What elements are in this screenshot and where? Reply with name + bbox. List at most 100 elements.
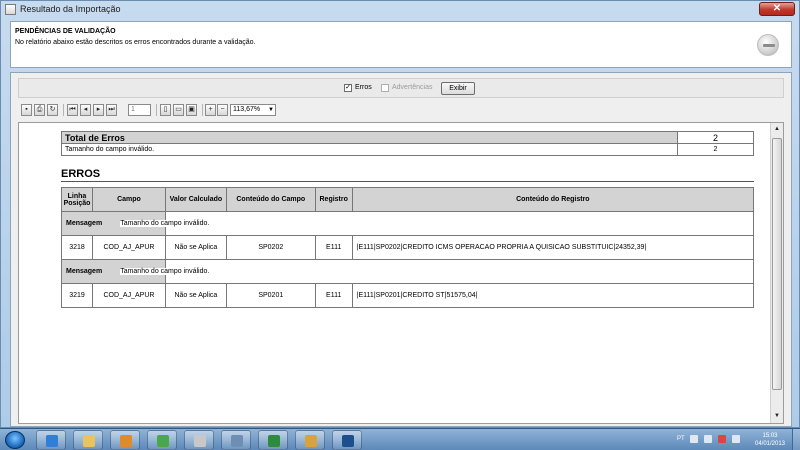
taskbar-explorer-icon[interactable] bbox=[73, 430, 103, 450]
cell-conteudo-campo: SP0201 bbox=[225, 283, 316, 308]
report-toolbar: ▪ ⎙ ↻ ⏮ ◂ ▸ ⏭ 1 ▯ ▭ ▣ + − 113,67% ▼ bbox=[17, 103, 787, 119]
page-view-icon[interactable]: ▯ bbox=[160, 104, 171, 116]
flag-icon[interactable] bbox=[718, 435, 726, 443]
total-label: Total de Erros bbox=[61, 131, 678, 144]
filter-bar: ✓ Erros Advertências Exibir bbox=[18, 78, 784, 98]
cell-conteudo-registro: |E111|SP0201|CREDITO ST|51575,04| bbox=[351, 283, 755, 308]
cell-conteudo-campo: SP0202 bbox=[225, 235, 316, 260]
clock-date: 04/01/2013 bbox=[754, 441, 786, 447]
vertical-scrollbar[interactable]: ▲ ▼ bbox=[770, 123, 783, 423]
taskbar-edit-icon[interactable] bbox=[295, 430, 325, 450]
cell-campo: COD_AJ_APUR bbox=[91, 235, 166, 260]
taskbar-app-icon[interactable] bbox=[184, 430, 214, 450]
report-panel: ✓ Erros Advertências Exibir ▪ ⎙ ↻ ⏮ ◂ ▸ … bbox=[10, 72, 792, 427]
close-button[interactable]: ✕ bbox=[759, 2, 795, 16]
total-detail-value: 2 bbox=[677, 143, 754, 156]
report-viewer[interactable]: Total de Erros 2 Tamanho do campo inváli… bbox=[18, 122, 784, 424]
zoom-value: 113,67% bbox=[233, 106, 261, 113]
cell-linha: 3219 bbox=[61, 283, 93, 308]
message-row: Mensagem Tamanho do campo inválido. bbox=[61, 259, 755, 284]
scroll-up-icon[interactable]: ▲ bbox=[772, 124, 782, 135]
toolbar-divider bbox=[63, 104, 64, 116]
show-desktop-button[interactable] bbox=[792, 429, 800, 450]
message-text: Tamanho do campo inválido. bbox=[120, 220, 210, 227]
cell-registro: E111 bbox=[314, 283, 353, 308]
message-filler bbox=[164, 259, 755, 284]
message-label: Mensagem Tamanho do campo inválido. bbox=[61, 259, 210, 284]
cell-registro: E111 bbox=[314, 235, 353, 260]
cell-campo: COD_AJ_APUR bbox=[91, 283, 166, 308]
total-header-row: Total de Erros 2 bbox=[61, 131, 754, 144]
first-page-icon[interactable]: ⏮ bbox=[67, 104, 78, 116]
taskbar-import-icon[interactable] bbox=[332, 430, 362, 450]
next-page-icon[interactable]: ▸ bbox=[93, 104, 104, 116]
taskbar-excel-icon[interactable] bbox=[258, 430, 288, 450]
validation-header: PENDÊNCIAS DE VALIDAÇÃO No relatório aba… bbox=[10, 21, 792, 68]
message-row: Mensagem Tamanho do campo inválido. bbox=[61, 211, 755, 236]
info-icon bbox=[757, 34, 779, 56]
total-errors-table: Total de Erros 2 Tamanho do campo inváli… bbox=[61, 131, 754, 156]
taskbar-users-icon[interactable] bbox=[147, 430, 177, 450]
toolbar-divider bbox=[202, 104, 203, 116]
taskbar-media-icon[interactable] bbox=[110, 430, 140, 450]
errors-header-row: Linha Posição Campo Valor Calculado Cont… bbox=[61, 187, 755, 212]
import-result-window: Resultado da Importação ✕ PENDÊNCIAS DE … bbox=[0, 0, 800, 428]
taskbar-tools-icon[interactable] bbox=[221, 430, 251, 450]
refresh-icon[interactable]: ↻ bbox=[47, 104, 58, 116]
start-button[interactable] bbox=[5, 431, 25, 449]
app-icon bbox=[5, 4, 16, 15]
title-bar[interactable]: Resultado da Importação ✕ bbox=[1, 1, 799, 19]
whole-page-icon[interactable]: ▣ bbox=[186, 104, 197, 116]
scroll-down-icon[interactable]: ▼ bbox=[772, 411, 782, 422]
erros-label: Erros bbox=[355, 84, 372, 91]
chevron-down-icon: ▼ bbox=[268, 107, 274, 113]
cell-linha: 3218 bbox=[61, 235, 93, 260]
zoom-in-icon[interactable]: + bbox=[205, 104, 216, 116]
clock-time: 15:03 bbox=[762, 433, 778, 439]
header-description: No relatório abaixo estão descritos os e… bbox=[15, 39, 256, 46]
advertencias-checkbox[interactable] bbox=[381, 84, 389, 92]
message-label-text: Mensagem bbox=[66, 220, 103, 227]
table-row: 3219 COD_AJ_APUR Não se Aplica SP0201 E1… bbox=[61, 283, 755, 308]
language-indicator[interactable]: PT bbox=[677, 436, 685, 442]
arrow-up-icon[interactable] bbox=[704, 435, 712, 443]
advertencias-label: Advertências bbox=[392, 84, 433, 91]
clock[interactable]: 15:03 04/01/2013 bbox=[752, 432, 788, 448]
taskbar: PT 15:03 04/01/2013 bbox=[0, 428, 800, 450]
zoom-out-icon[interactable]: − bbox=[217, 104, 228, 116]
toolbar-divider bbox=[156, 104, 157, 116]
window-title: Resultado da Importação bbox=[20, 4, 121, 14]
message-filler bbox=[164, 211, 755, 236]
network-icon[interactable] bbox=[732, 435, 740, 443]
total-detail-label: Tamanho do campo inválido. bbox=[61, 143, 678, 156]
section-divider bbox=[61, 181, 754, 182]
page-width-icon[interactable]: ▭ bbox=[173, 104, 184, 116]
cell-valor-calculado: Não se Aplica bbox=[164, 235, 227, 260]
scroll-thumb[interactable] bbox=[772, 138, 782, 390]
col-valor-calculado: Valor Calculado bbox=[164, 187, 227, 212]
print-icon[interactable]: ⎙ bbox=[34, 104, 45, 116]
system-tray: PT bbox=[672, 432, 754, 448]
message-label: Mensagem Tamanho do campo inválido. bbox=[61, 211, 210, 236]
total-value: 2 bbox=[677, 131, 754, 144]
message-text: Tamanho do campo inválido. bbox=[120, 268, 210, 275]
save-icon[interactable]: ▪ bbox=[21, 104, 32, 116]
col-registro: Registro bbox=[314, 187, 353, 212]
prev-page-icon[interactable]: ◂ bbox=[80, 104, 91, 116]
table-row: 3218 COD_AJ_APUR Não se Aplica SP0202 E1… bbox=[61, 235, 755, 260]
col-campo: Campo bbox=[91, 187, 166, 212]
zoom-select[interactable]: 113,67% ▼ bbox=[230, 104, 276, 116]
last-page-icon[interactable]: ⏭ bbox=[106, 104, 117, 116]
exibir-button[interactable]: Exibir bbox=[441, 82, 475, 95]
cell-valor-calculado: Não se Aplica bbox=[164, 283, 227, 308]
col-conteudo-registro: Conteúdo do Registro bbox=[351, 187, 755, 212]
erros-checkbox[interactable]: ✓ bbox=[344, 84, 352, 92]
col-conteudo-campo: Conteúdo do Campo bbox=[225, 187, 316, 212]
keyboard-icon[interactable] bbox=[690, 435, 698, 443]
taskbar-ie-icon[interactable] bbox=[36, 430, 66, 450]
erros-section-title: ERROS bbox=[61, 168, 101, 180]
page-number-input[interactable]: 1 bbox=[128, 104, 151, 116]
errors-table: Linha Posição Campo Valor Calculado Cont… bbox=[61, 187, 755, 308]
col-linha: Linha Posição bbox=[61, 187, 93, 212]
total-detail-row: Tamanho do campo inválido. 2 bbox=[61, 143, 754, 156]
